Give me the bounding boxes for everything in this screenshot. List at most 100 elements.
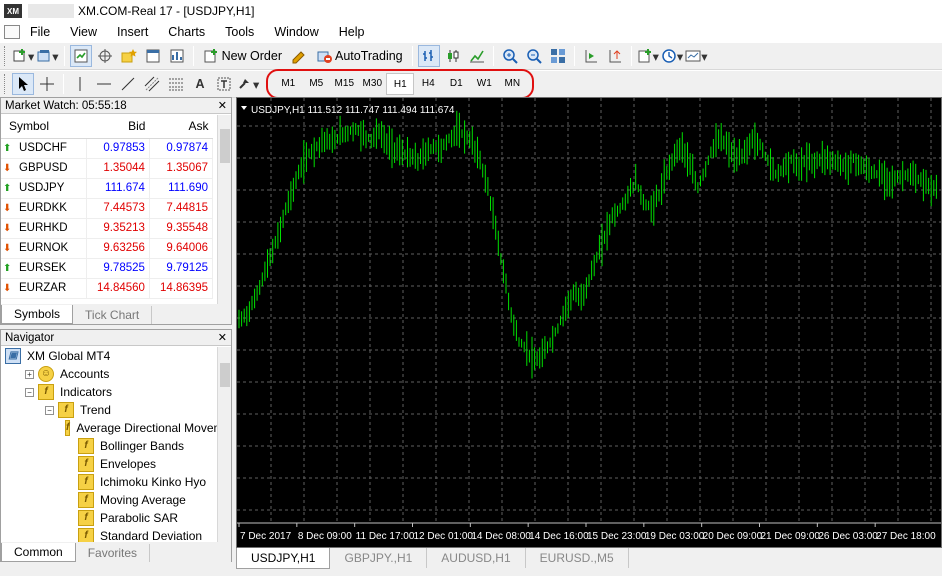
chart-tab-audusd[interactable]: AUDUSD,H1 [427,548,526,568]
navigator-item[interactable]: + ☺ Accounts [1,365,217,383]
arrow-down-icon: ⬇ [3,243,12,254]
collapse-icon[interactable]: − [45,405,54,415]
zoom-in-button[interactable] [499,45,521,67]
zoom-out-button[interactable] [523,45,545,67]
timeframe-d1[interactable]: D1 [442,73,470,95]
tester-icon [170,49,184,63]
cursor-tool-button[interactable] [12,73,34,95]
close-icon[interactable]: ✕ [218,98,227,114]
horizontal-line-button[interactable] [93,73,115,95]
navigator-item[interactable]: f Bollinger Bands [1,437,217,455]
table-row[interactable]: ⬇ EURZAR 14.84560 14.86395 [1,278,214,299]
navigator-item[interactable]: ▣ XM Global MT4 [1,347,217,365]
chart-tab-gbpjpy[interactable]: GBPJPY.,H1 [330,548,428,568]
menu-charts[interactable]: Charts [158,25,215,39]
toolbar-grip[interactable] [4,74,7,94]
new-chart-button[interactable]: ▾ [12,45,34,67]
equidistant-channel-button[interactable] [141,73,163,95]
chart-tab-usdjpy[interactable]: USDJPY,H1 [236,548,331,569]
column-ask[interactable]: Ask [149,114,213,139]
navigator-button[interactable] [118,45,140,67]
new-order-icon [204,49,217,63]
column-symbol[interactable]: Symbol [1,114,87,139]
arrows-button[interactable]: ▾ [237,73,259,95]
periods-button[interactable]: ▾ [661,45,683,67]
bid-cell: 9.63256 [86,238,150,259]
table-row[interactable]: ⬆ USDJPY 111.674 111.690 [1,178,214,199]
timeframe-h4[interactable]: H4 [414,73,442,95]
terminal-button[interactable] [142,45,164,67]
navigator-scrollbar[interactable] [217,347,231,543]
scrollbar-thumb[interactable] [220,129,230,163]
menu-view[interactable]: View [60,25,107,39]
chart-shift-button[interactable] [604,45,626,67]
table-row[interactable]: ⬇ EURDKK 7.44573 7.44815 [1,198,214,219]
timeframe-m15[interactable]: M15 [330,73,358,95]
navigator-item[interactable]: f Parabolic SAR [1,509,217,527]
timeframe-m5[interactable]: M5 [302,73,330,95]
timeframe-h1[interactable]: H1 [386,73,415,95]
metaeditor-button[interactable] [288,45,310,67]
candlestick-button[interactable] [442,45,464,67]
menu-window[interactable]: Window [264,25,328,39]
autotrading-button[interactable]: AutoTrading [312,45,407,67]
toolbar-grip[interactable] [4,46,7,66]
bar-chart-button[interactable] [417,45,440,67]
timeframe-mn[interactable]: MN [498,73,526,95]
chart-header: USDJPY,H1 111.512 111.747 111.494 111.67… [251,105,455,116]
x-tick-label: 21 Dec 09:00 [761,531,821,542]
text-label-button[interactable] [213,73,235,95]
timeframe-m1[interactable]: M1 [274,73,302,95]
column-bid[interactable]: Bid [86,114,150,139]
timeframe-m30[interactable]: M30 [358,73,386,95]
navigator-item[interactable]: f Ichimoku Kinko Hyo [1,473,217,491]
timeframe-w1[interactable]: W1 [470,73,498,95]
collapse-icon[interactable]: − [25,387,34,397]
close-icon[interactable]: ✕ [218,330,227,346]
tab-favorites[interactable]: Favorites [76,544,151,562]
table-row[interactable]: ⬇ GBPUSD 1.35044 1.35067 [1,158,214,179]
navigator-item[interactable]: f Standard Deviation [1,527,217,543]
line-chart-button[interactable] [466,45,488,67]
chart-tab-eurusd[interactable]: EURUSD.,M5 [526,548,629,568]
auto-scroll-button[interactable] [580,45,602,67]
trendline-button[interactable] [117,73,139,95]
chart-window[interactable]: USDJPY,H1 111.512 111.747 111.494 111.67… [236,97,942,548]
table-row[interactable]: ⬆ EURSEK 9.78525 9.79125 [1,258,214,279]
strategy-tester-button[interactable] [166,45,188,67]
table-row[interactable]: ⬇ EURHKD 9.35213 9.35548 [1,218,214,239]
chart-menu-triangle-icon[interactable] [241,106,247,110]
tab-common[interactable]: Common [1,543,76,562]
menu-insert[interactable]: Insert [107,25,158,39]
navigator-item[interactable]: f Envelopes [1,455,217,473]
document-menu-icon[interactable] [4,25,20,39]
symbol-cell: ⬆ EURSEK [1,258,87,279]
market-watch-scrollbar[interactable] [217,115,231,305]
fibonacci-button[interactable] [165,73,187,95]
market-watch-button[interactable] [69,45,92,67]
crosshair-tool-button[interactable] [36,73,58,95]
menu-file[interactable]: File [20,25,60,39]
tab-tick-chart[interactable]: Tick Chart [73,306,153,324]
vertical-line-button[interactable] [69,73,91,95]
menu-help[interactable]: Help [329,25,375,39]
data-window-button[interactable] [94,45,116,67]
table-row[interactable]: ⬆ USDCHF 0.97853 0.97874 [1,138,214,159]
indicators-button[interactable]: ▾ [637,45,659,67]
price-chart[interactable]: USDJPY,H1 111.512 111.747 111.494 111.67… [237,98,941,547]
toolbar-separator [63,46,65,66]
navigator-item[interactable]: − f Indicators [1,383,217,401]
scrollbar-thumb[interactable] [220,363,230,387]
menu-tools[interactable]: Tools [215,25,264,39]
tab-symbols[interactable]: Symbols [1,305,74,324]
profiles-button[interactable]: ▾ [36,45,59,67]
tile-windows-button[interactable] [547,45,569,67]
navigator-item[interactable]: − f Trend [1,401,217,419]
navigator-item[interactable]: f Moving Average [1,491,217,509]
expand-icon[interactable]: + [25,369,34,379]
table-row[interactable]: ⬇ EURNOK 9.63256 9.64006 [1,238,214,259]
templates-button[interactable]: ▾ [685,45,707,67]
text-tool-button[interactable]: A [189,73,211,95]
new-order-button[interactable]: New Order [199,45,286,67]
navigator-item[interactable]: f Average Directional Movement Index [1,419,217,437]
